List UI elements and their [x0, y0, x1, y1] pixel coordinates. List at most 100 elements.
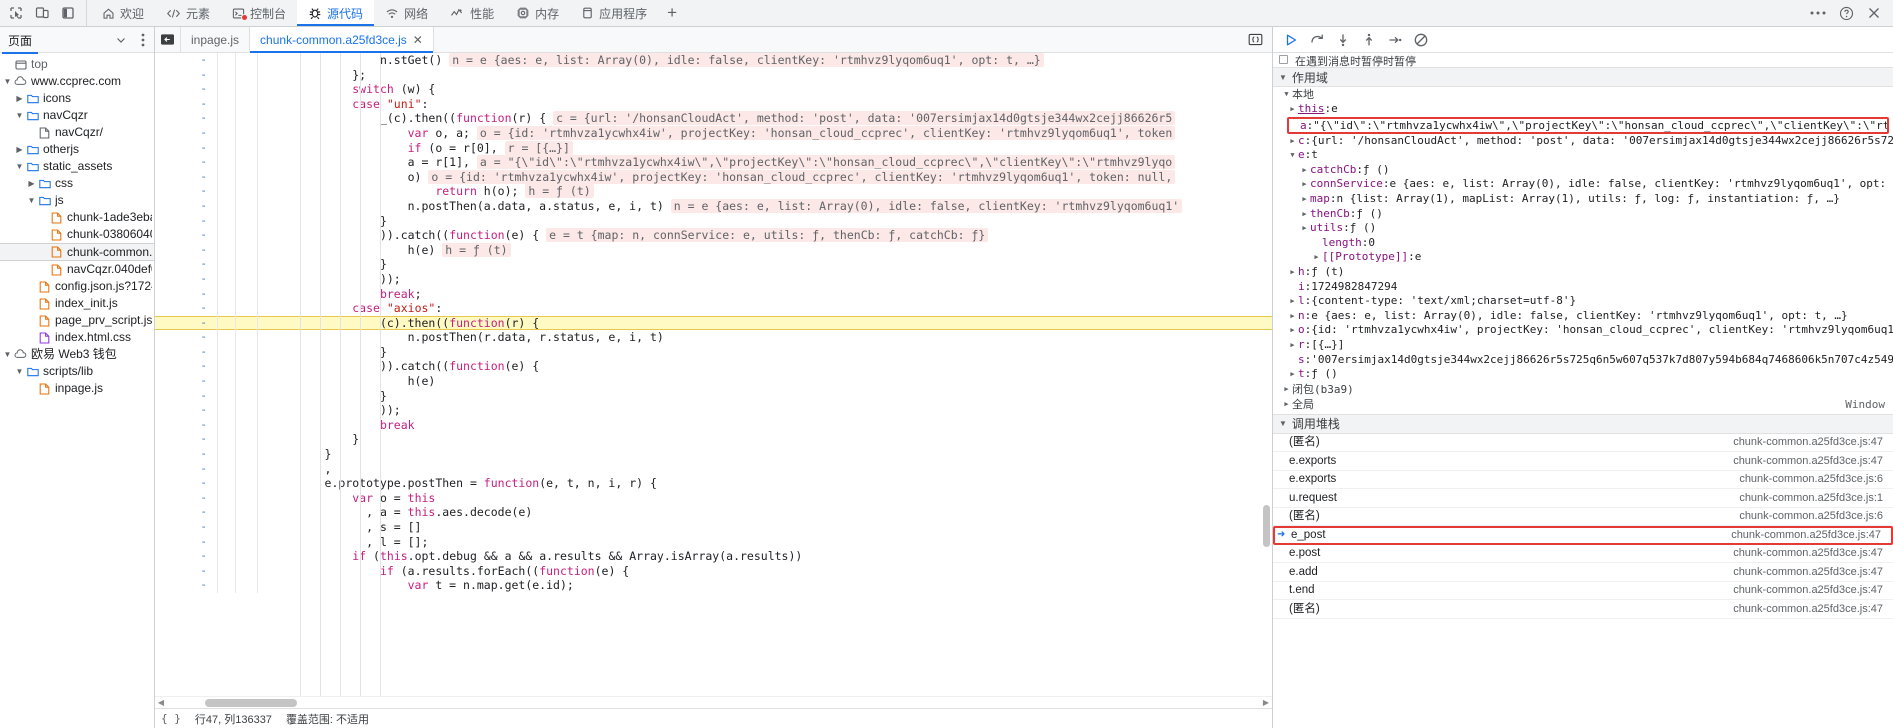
code-line[interactable]: - }	[155, 432, 1272, 448]
scope-tree[interactable]: ▼ 本地 ▶ this: ea: "{\"id\":\"rtmhvza1ycwhx4i…	[1273, 87, 1893, 412]
chevron-down-icon[interactable]: ▼	[1287, 148, 1298, 163]
tab-sources[interactable]: 源代码	[297, 0, 375, 26]
chevron-right-icon[interactable]: ▶	[14, 90, 25, 107]
code-gutter[interactable]: -	[155, 111, 283, 126]
file-tree-item[interactable]: chunk-common.a25f	[0, 243, 154, 261]
chevron-right-icon[interactable]: ▶	[1287, 323, 1298, 338]
code-gutter[interactable]: -	[155, 447, 283, 462]
tab-application[interactable]: 应用程序	[570, 0, 658, 26]
scope-variable[interactable]: ▶ l: {content-type: 'text/xml;charset=utf…	[1287, 294, 1893, 309]
code-gutter[interactable]: -	[155, 344, 283, 360]
callstack-section-header[interactable]: ▼ 调用堆栈	[1273, 413, 1893, 434]
code-line[interactable]: - case "axios":	[155, 301, 1272, 316]
code-line[interactable]: - )).catch((function(e) { e = t {map: n,…	[155, 228, 1272, 243]
scope-variable[interactable]: ▶ o: {id: 'rtmhvza1ycwhx4iw', projectKey:…	[1287, 323, 1893, 338]
chevron-right-icon[interactable]: ▶	[1299, 221, 1310, 236]
chevron-right-icon[interactable]: ▶	[1287, 102, 1298, 117]
scope-variable[interactable]: s: '007ersimjax14d0gtsje344wx2cejj86626r…	[1287, 353, 1893, 368]
code-gutter[interactable]: -	[155, 505, 283, 520]
code-gutter[interactable]: -	[155, 242, 283, 258]
scroll-right-arrow[interactable]: ▶	[1260, 698, 1272, 707]
callstack-row-current[interactable]: ➜ e_post chunk-common.a25fd3ce.js:47	[1273, 526, 1893, 545]
chevron-right-icon[interactable]: ▶	[1299, 192, 1310, 207]
deactivate-breakpoints-button[interactable]	[1409, 29, 1433, 51]
code-line[interactable]: - n.stGet() n = e {aes: e, list: Array(0…	[155, 53, 1272, 68]
code-line[interactable]: - ,	[155, 461, 1272, 477]
close-tab-icon[interactable]: ✕	[413, 34, 423, 46]
callstack-row[interactable]: (匿名) chunk-common.a25fd3ce.js:47	[1273, 434, 1893, 453]
code-gutter[interactable]: -	[155, 271, 283, 287]
dock-side-icon[interactable]	[56, 1, 80, 25]
code-line[interactable]: - case "uni":	[155, 96, 1272, 112]
chevron-right-icon[interactable]: ▶	[1299, 177, 1310, 192]
code-line[interactable]: - h(e) h = ƒ (t)	[155, 242, 1272, 258]
code-line[interactable]: - if (a.results.forEach((function(e) {	[155, 563, 1272, 579]
code-line[interactable]: - var o = this	[155, 490, 1272, 506]
chevron-down-icon[interactable]: ▼	[14, 158, 25, 175]
code-gutter[interactable]: -	[155, 140, 283, 156]
code-gutter[interactable]: -	[155, 53, 283, 68]
code-gutter[interactable]: -	[155, 534, 283, 550]
callstack-row[interactable]: e.post chunk-common.a25fd3ce.js:47	[1273, 545, 1893, 564]
file-tree-item[interactable]: ▼ scripts/lib	[0, 363, 154, 380]
code-gutter[interactable]: -	[155, 461, 283, 477]
code-gutter[interactable]: -	[155, 198, 283, 214]
callstack-row[interactable]: u.request chunk-common.a25fd3ce.js:1	[1273, 489, 1893, 508]
code-line[interactable]: - }	[155, 447, 1272, 462]
resume-script-button[interactable]	[1279, 29, 1303, 51]
scope-variable[interactable]: i: 1724982847294	[1287, 280, 1893, 295]
scope-variable[interactable]: ▶ utils: ƒ ()	[1299, 221, 1893, 236]
code-line[interactable]: - };	[155, 67, 1272, 83]
scroll-left-arrow[interactable]: ◀	[155, 698, 167, 707]
callstack-location[interactable]: chunk-common.a25fd3ce.js:1	[1739, 489, 1893, 508]
code-line[interactable]: - if (this.opt.debug && a && a.results &…	[155, 549, 1272, 564]
code-line[interactable]: - , s = []	[155, 520, 1272, 535]
file-tree-item[interactable]: ▶ css	[0, 175, 154, 192]
code-gutter[interactable]: -	[155, 315, 283, 331]
code-line[interactable]: - )).catch((function(e) {	[155, 359, 1272, 375]
code-line[interactable]: - e.prototype.postThen = function(e, t, …	[155, 476, 1272, 491]
code-gutter[interactable]: -	[155, 184, 283, 199]
chevron-right-icon[interactable]: ▶	[1281, 382, 1292, 397]
hscroll-track[interactable]	[167, 697, 1260, 709]
editor-horizontal-scrollbar[interactable]: ◀ ▶	[155, 696, 1272, 708]
hscroll-thumb[interactable]	[205, 698, 297, 707]
pause-on-exceptions-checkbox[interactable]	[1279, 55, 1288, 64]
file-tree-item[interactable]: chunk-1ade3eba.d13	[0, 209, 154, 226]
code-gutter[interactable]: -	[155, 67, 283, 83]
file-tree-item[interactable]: index.html.css	[0, 329, 154, 346]
scope-variable[interactable]: ▶ thenCb: ƒ ()	[1299, 207, 1893, 222]
close-icon[interactable]	[1861, 0, 1887, 26]
chevron-down-icon[interactable]: ▼	[14, 107, 25, 124]
code-line[interactable]: - o) o = {id: 'rtmhvza1ycwhx4iw', projec…	[155, 169, 1272, 185]
chevron-right-icon[interactable]: ▶	[1287, 265, 1298, 280]
callstack-location[interactable]: chunk-common.a25fd3ce.js:47	[1733, 544, 1893, 563]
code-gutter[interactable]: -	[155, 257, 283, 272]
code-line[interactable]: - }	[155, 213, 1272, 229]
show-navigator-icon[interactable]	[155, 27, 181, 52]
file-tree-item[interactable]: page_prv_script.js	[0, 312, 154, 329]
callstack-location[interactable]: chunk-common.a25fd3ce.js:47	[1733, 433, 1893, 452]
chevron-right-icon[interactable]: ▶	[1287, 134, 1298, 149]
code-gutter[interactable]: -	[155, 388, 283, 404]
file-tree-item[interactable]: top	[0, 56, 154, 73]
file-tree-item[interactable]: config.json.js?172437422	[0, 278, 154, 295]
code-gutter[interactable]: -	[155, 432, 283, 448]
code-gutter[interactable]: -	[155, 96, 283, 112]
chevron-down-icon[interactable]: ▼	[2, 346, 13, 363]
code-line[interactable]: - _(c).then((function(r) { c = {url: '/h…	[155, 111, 1272, 126]
tab-console[interactable]: 控制台	[221, 0, 297, 26]
code-gutter[interactable]: -	[155, 578, 283, 593]
file-tree-item[interactable]: inpage.js	[0, 380, 154, 397]
chevron-right-icon[interactable]: ▶	[1287, 309, 1298, 324]
device-toolbar-icon[interactable]	[30, 1, 54, 25]
chevron-right-icon[interactable]: ▶	[1287, 294, 1298, 309]
code-gutter[interactable]: -	[155, 403, 283, 418]
scope-variable[interactable]: length: 0	[1311, 236, 1893, 251]
scope-variable[interactable]: ▶ h: ƒ (t)	[1287, 265, 1893, 280]
chevron-right-icon[interactable]: ▶	[1311, 250, 1322, 265]
code-gutter[interactable]: -	[155, 125, 283, 141]
callstack-row[interactable]: t.end chunk-common.a25fd3ce.js:47	[1273, 582, 1893, 601]
chevron-right-icon[interactable]: ▶	[1299, 207, 1310, 222]
code-gutter[interactable]: -	[155, 155, 283, 170]
